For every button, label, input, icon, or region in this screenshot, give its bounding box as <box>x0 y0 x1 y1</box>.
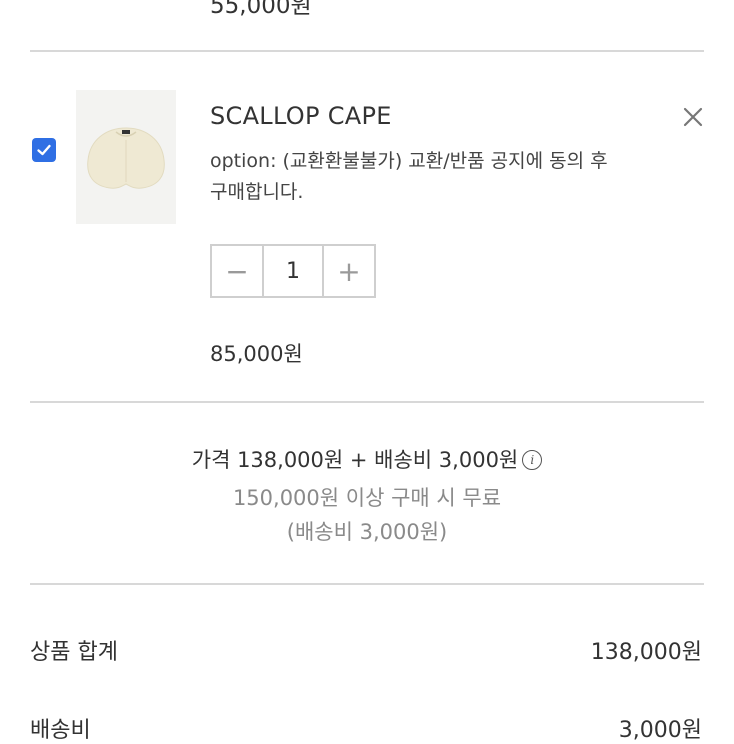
decrement-button[interactable]: − <box>212 246 262 296</box>
divider <box>30 401 704 403</box>
shipping-summary: 가격 138,000원 + 배송비 3,000원 i <box>0 444 734 474</box>
subtotal-value: 138,000원 <box>590 640 702 665</box>
shipping-fee-note: (배송비 3,000원) <box>286 520 448 544</box>
check-icon <box>37 144 51 156</box>
item-price: 85,000원 <box>210 342 303 366</box>
product-option: option: (교환환불불가) 교환/반품 공지에 동의 후 구매합니다. <box>210 150 608 203</box>
close-icon <box>683 107 703 127</box>
divider <box>30 50 704 52</box>
remove-item-button[interactable] <box>680 104 706 130</box>
info-icon[interactable]: i <box>522 450 543 470</box>
product-thumbnail[interactable] <box>76 90 176 224</box>
subtotal-label: 상품 합계 <box>30 640 118 665</box>
shipping-label: 배송비 <box>30 718 91 743</box>
previous-item-price: 55,000원 <box>210 0 312 19</box>
shipping-value: 3,000원 <box>618 718 702 743</box>
cape-image <box>76 90 176 224</box>
increment-button[interactable]: + <box>324 246 374 296</box>
free-shipping-condition: 150,000원 이상 구매 시 무료 <box>232 486 502 510</box>
item-select-checkbox[interactable] <box>32 138 56 162</box>
divider <box>30 583 704 585</box>
quantity-input[interactable]: 1 <box>262 246 324 296</box>
price-plus-shipping: 가격 138,000원 + 배송비 3,000원 <box>191 448 519 472</box>
product-name[interactable]: SCALLOP CAPE <box>210 102 392 130</box>
quantity-stepper: − 1 + <box>210 244 376 298</box>
